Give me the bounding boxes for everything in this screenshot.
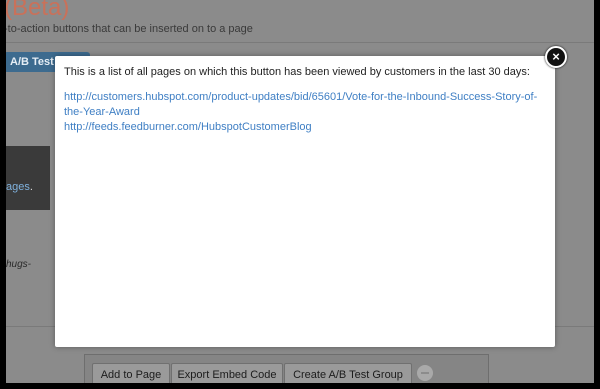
- create-ab-test-group-button[interactable]: Create A/B Test Group: [284, 363, 412, 383]
- close-icon[interactable]: ×: [545, 46, 567, 68]
- add-to-page-button[interactable]: Add to Page: [92, 363, 170, 383]
- remove-icon[interactable]: [417, 365, 433, 381]
- italic-snippet: hugs-: [6, 259, 32, 270]
- page-link[interactable]: http://customers.hubspot.com/product-upd…: [64, 90, 552, 120]
- divider: [6, 42, 594, 43]
- dark-panel: [6, 146, 50, 210]
- page-frame: (Beta) -to-action buttons that can be in…: [6, 0, 594, 383]
- export-embed-code-button[interactable]: Export Embed Code: [171, 363, 283, 383]
- pages-link[interactable]: ages.: [6, 181, 33, 193]
- pages-link-text[interactable]: ages: [6, 181, 30, 193]
- page-title: (Beta): [6, 0, 70, 21]
- page-subtitle: -to-action buttons that can be inserted …: [6, 23, 253, 35]
- modal-description: This is a list of all pages on which thi…: [64, 66, 530, 78]
- page-link[interactable]: http://feeds.feedburner.com/HubspotCusto…: [64, 120, 552, 135]
- pages-link-suffix: .: [29, 181, 33, 193]
- viewed-pages-modal: This is a list of all pages on which thi…: [55, 56, 555, 347]
- page-link-list: http://customers.hubspot.com/product-upd…: [64, 90, 552, 135]
